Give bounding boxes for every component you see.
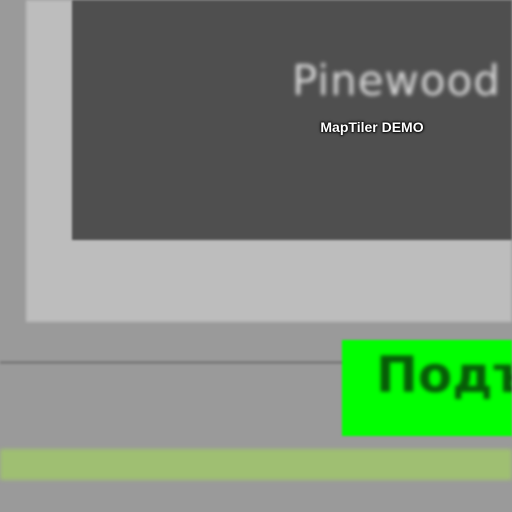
map-tile[interactable]: Pinewood MapTiler DEMO Подъ xyxy=(0,0,512,512)
road-band xyxy=(0,449,512,480)
maptiler-watermark: MapTiler DEMO xyxy=(320,119,424,135)
sign-label: Подъ xyxy=(376,346,512,404)
place-label: Pinewood xyxy=(292,56,501,105)
green-sign: Подъ xyxy=(342,340,512,436)
